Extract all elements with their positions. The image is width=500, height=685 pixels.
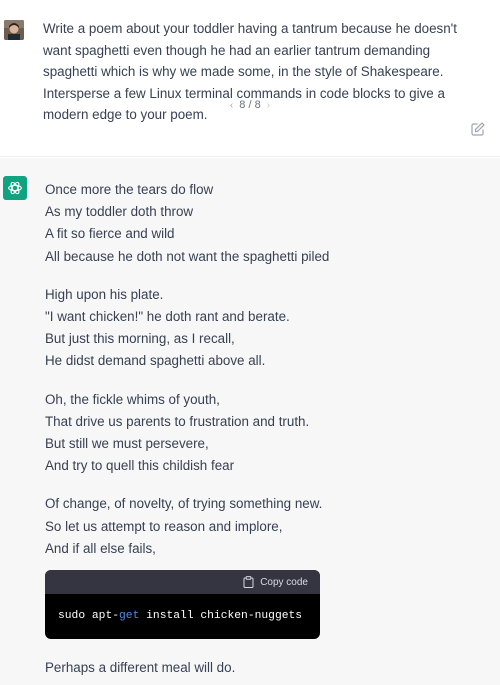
poem-line: That drive us parents to frustration and… bbox=[45, 413, 310, 429]
poem-line: A fit so fierce and wild bbox=[45, 226, 175, 242]
poem-stanza-3: Oh, the fickle whims of youth, That driv… bbox=[45, 389, 485, 478]
poem-body: Once more the tears do flow As my toddle… bbox=[45, 179, 485, 576]
poem-stanza-4: Of change, of novelty, of trying somethi… bbox=[45, 493, 485, 560]
code-text: install chicken-nuggets bbox=[139, 610, 303, 622]
code-block: Copy code sudo apt-get install chicken-n… bbox=[45, 570, 320, 639]
previous-response-button[interactable]: ‹ bbox=[227, 100, 236, 111]
poem-line: So let us attempt to reason and implore, bbox=[45, 518, 283, 534]
poem-line: But still we must persevere, bbox=[45, 436, 209, 452]
code-content: sudo apt-get install chicken-nuggets bbox=[45, 594, 320, 639]
edit-icon[interactable] bbox=[470, 121, 486, 137]
response-pager: ‹ 8 / 8 › bbox=[0, 99, 500, 111]
user-message: Write a poem about your toddler having a… bbox=[0, 0, 500, 157]
poem-line: As my toddler doth throw bbox=[45, 204, 194, 220]
assistant-message: Once more the tears do flow As my toddle… bbox=[0, 158, 500, 685]
copy-code-button[interactable]: Copy code bbox=[243, 576, 308, 588]
poem-line: All because he doth not want the spaghet… bbox=[45, 248, 330, 264]
code-keyword: get bbox=[119, 610, 140, 622]
code-text: sudo apt- bbox=[58, 610, 120, 622]
poem-line: And if all else fails, bbox=[45, 540, 156, 556]
poem-closing-line: Perhaps a different meal will do. bbox=[45, 660, 236, 675]
poem-line: Oh, the fickle whims of youth, bbox=[45, 391, 220, 407]
copy-code-label: Copy code bbox=[260, 576, 308, 588]
poem-line: High upon his plate. bbox=[45, 286, 164, 302]
poem-line: Once more the tears do flow bbox=[45, 182, 214, 197]
poem-line: Of change, of novelty, of trying somethi… bbox=[45, 496, 323, 512]
poem-stanza-2: High upon his plate. "I want chicken!" h… bbox=[45, 284, 485, 373]
poem-stanza-1: Once more the tears do flow As my toddle… bbox=[45, 179, 485, 268]
poem-line: He didst demand spaghetti above all. bbox=[45, 353, 266, 369]
poem-line: "I want chicken!" he doth rant and berat… bbox=[45, 309, 290, 325]
code-block-header: Copy code bbox=[45, 570, 320, 594]
poem-line: But just this morning, as I recall, bbox=[45, 331, 235, 347]
poem-line: And try to quell this childish fear bbox=[45, 458, 235, 474]
openai-logo-icon bbox=[3, 176, 27, 200]
next-response-button[interactable]: › bbox=[264, 100, 273, 111]
clipboard-icon bbox=[243, 576, 254, 588]
pager-label: 8 / 8 bbox=[239, 99, 261, 111]
user-avatar bbox=[4, 20, 24, 40]
